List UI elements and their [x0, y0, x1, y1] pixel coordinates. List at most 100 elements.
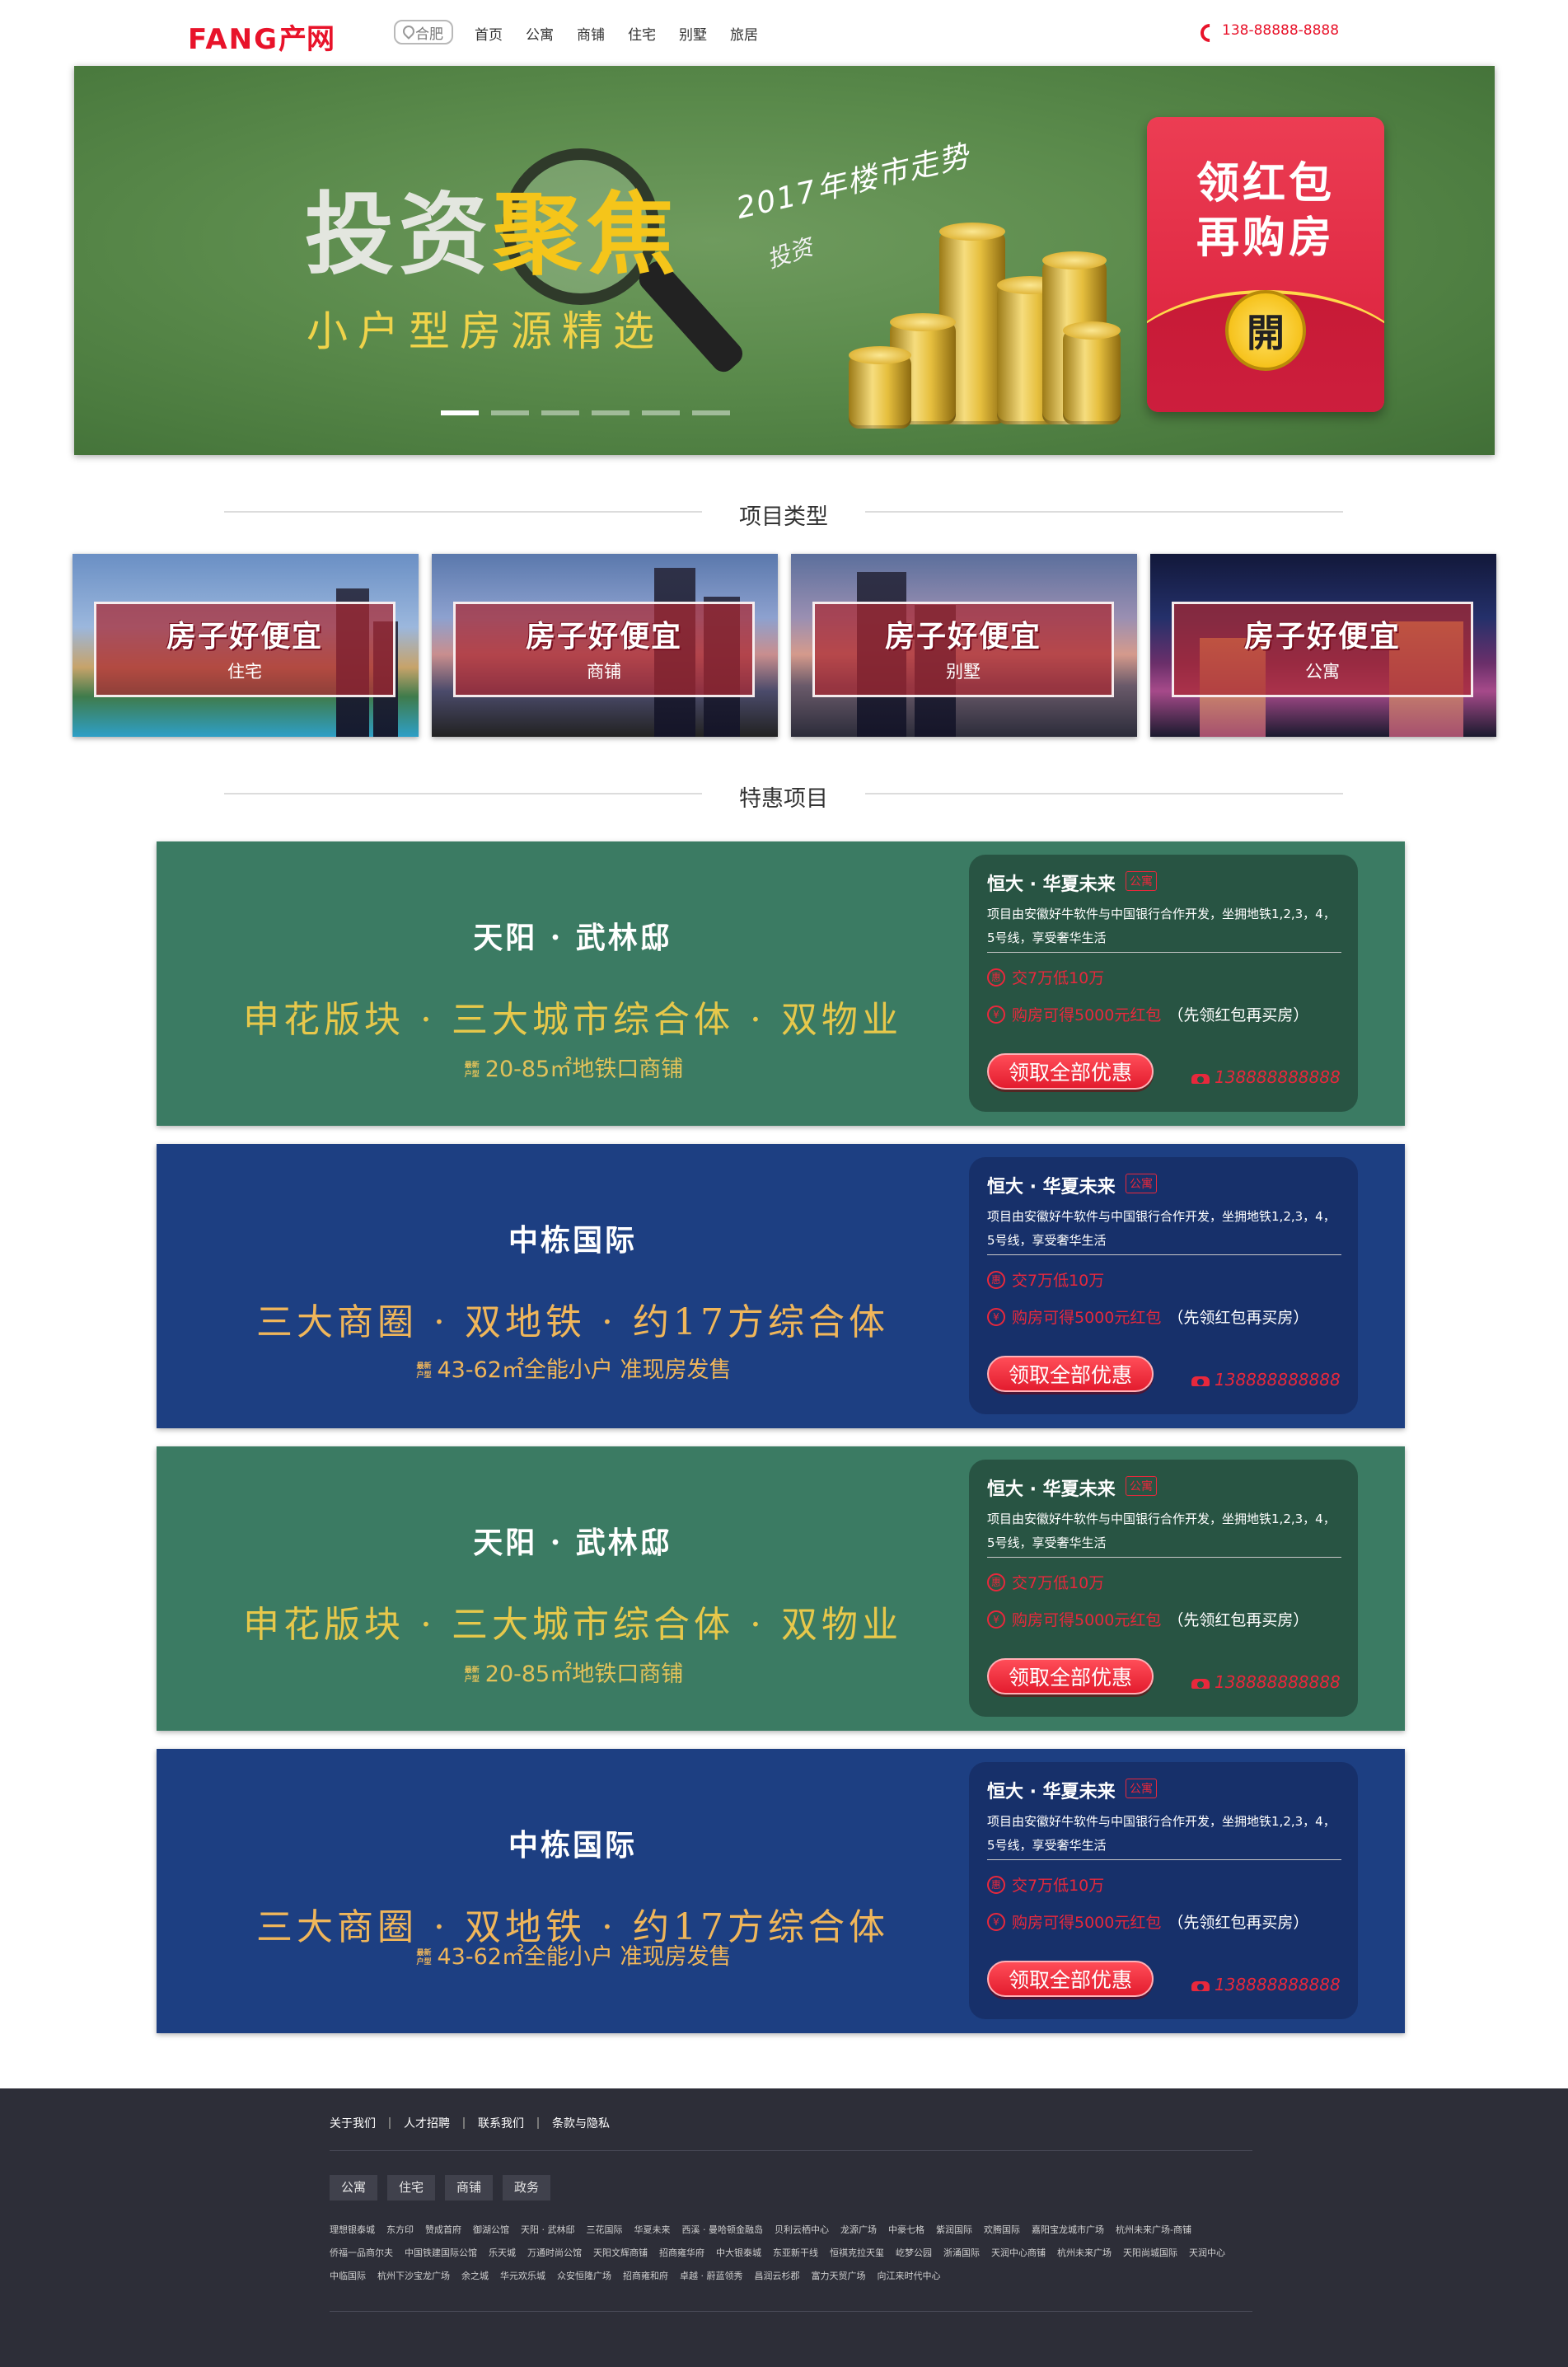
red-packet-cta[interactable]: 领红包 再购房 開 — [1147, 117, 1384, 412]
footer-project-link[interactable]: 富力天贸广场 — [812, 2271, 866, 2281]
carousel-dots — [441, 410, 730, 415]
footer-project-link[interactable]: 东亚新干线 — [773, 2247, 818, 2258]
type-tile-residence[interactable]: 房子好便宜 住宅 — [73, 554, 419, 737]
footer-project-link[interactable]: 紫润国际 — [936, 2224, 972, 2235]
tile-label: 住宅 — [227, 662, 262, 682]
carousel-dot-5[interactable] — [642, 410, 680, 415]
red-packet-text: 领红包 再购房 — [1147, 157, 1384, 265]
footer-project-link[interactable]: 杭州下沙宝龙广场 — [377, 2271, 450, 2281]
footer-project-link[interactable]: 天润中心商铺 — [991, 2247, 1046, 2258]
claim-offers-button[interactable]: 领取全部优惠 — [987, 1658, 1154, 1694]
footer-project-link[interactable]: 侨福一品商尔夫 — [330, 2247, 393, 2258]
carousel-dot-3[interactable] — [541, 410, 579, 415]
carousel-dot-2[interactable] — [491, 410, 529, 415]
offer-detail-panel: 恒大 · 华夏未来 公寓 项目由安徽好牛软件与中国银行合作开发，坐拥地铁1,2,… — [969, 1762, 1358, 2019]
footer-project-link[interactable]: 御湖公馆 — [473, 2224, 509, 2235]
tile-frame: 房子好便宜 商铺 — [453, 602, 755, 697]
offer-card[interactable]: 中栋国际 三大商圈 · 双地铁 · 约17方综合体 最新 户型 43-62㎡全能小… — [157, 1749, 1405, 2033]
panel-phone[interactable]: 138888888888 — [1191, 1370, 1341, 1390]
offer-slogan: 申花版块 · 三大城市综合体 · 双物业 — [243, 1604, 902, 1646]
footer-project-link[interactable]: 万通时尚公馆 — [527, 2247, 582, 2258]
footer-project-link[interactable]: 杭州未来广场-商铺 — [1116, 2224, 1191, 2235]
footer-project-link[interactable]: 招商雍和府 — [623, 2271, 668, 2281]
footer-project-link[interactable]: 屹梦公园 — [896, 2247, 932, 2258]
discount-icon: 惠 — [987, 1573, 1005, 1591]
panel-phone[interactable]: 138888888888 — [1191, 1975, 1341, 1994]
menu-item-travel-home[interactable]: 旅居 — [730, 23, 781, 44]
footer-project-link[interactable]: 中国铁建国际公馆 — [405, 2247, 477, 2258]
carousel-dot-1[interactable] — [441, 410, 479, 415]
red-packet-line1: 领红包 — [1196, 159, 1335, 209]
offer-card[interactable]: 中栋国际 三大商圈 · 双地铁 · 约17方综合体 最新 户型 43-62㎡全能小… — [157, 1144, 1405, 1428]
footer-project-link[interactable]: 龙源广场 — [840, 2224, 877, 2235]
footer-project-link[interactable]: 中大银泰城 — [716, 2247, 761, 2258]
header-phone[interactable]: 138-88888-8888 — [1199, 21, 1339, 40]
panel-phone[interactable]: 138888888888 — [1191, 1067, 1341, 1087]
footer-link-about[interactable]: 关于我们 — [330, 2115, 376, 2131]
menu-item-villa[interactable]: 别墅 — [679, 23, 730, 44]
type-tile-villa[interactable]: 房子好便宜 别墅 — [791, 554, 1137, 737]
carousel-dot-6[interactable] — [692, 410, 730, 415]
footer-project-link[interactable]: 天阳文辉商铺 — [593, 2247, 648, 2258]
footer-project-link[interactable]: 理想银泰城 — [330, 2224, 375, 2235]
panel-title: 恒大 · 华夏未来 — [987, 1479, 1116, 1500]
menu-item-shops[interactable]: 商铺 — [577, 23, 628, 44]
red-packet-open-coin[interactable]: 開 — [1225, 290, 1306, 371]
footer-tab-government[interactable]: 政务 — [503, 2175, 551, 2201]
footer-project-link[interactable]: 浙涌国际 — [943, 2247, 980, 2258]
footer-project-link[interactable]: 嘉阳宝龙城市广场 — [1032, 2224, 1104, 2235]
footer-project-link[interactable]: 华元欢乐城 — [500, 2271, 545, 2281]
footer-project-link[interactable]: 向江来时代中心 — [878, 2271, 941, 2281]
offer-card[interactable]: 天阳 · 武林邸 申花版块 · 三大城市综合体 · 双物业 最新 户型 20-85… — [157, 1446, 1405, 1731]
site-logo[interactable]: FANG产网 — [188, 16, 335, 57]
hero-banner[interactable]: 投资聚焦 小户型房源精选 2017年楼市走势 投资 领红包 再购房 開 — [74, 66, 1495, 455]
deal-red-packet: ¥ 购房可得5000元红包 （先领红包再买房） — [987, 1305, 1308, 1328]
menu-item-apartment[interactable]: 公寓 — [526, 23, 577, 44]
footer-project-link[interactable]: 天润中心 — [1189, 2247, 1225, 2258]
deal-discount: 惠交7万低10万 — [987, 1873, 1104, 1896]
footer-link-contact[interactable]: 联系我们 — [478, 2115, 524, 2131]
footer-link-terms[interactable]: 条款与隐私 — [552, 2115, 610, 2131]
yuan-icon: ¥ — [987, 1307, 1005, 1326]
footer-project-link[interactable]: 三花国际 — [587, 2224, 623, 2235]
footer-tab-residence[interactable]: 住宅 — [387, 2175, 436, 2201]
footer-project-link[interactable]: 天阳尚城国际 — [1123, 2247, 1177, 2258]
footer-project-link[interactable]: 卓越 · 蔚蓝领秀 — [680, 2271, 743, 2281]
footer-project-link[interactable]: 天阳 · 武林邸 — [521, 2224, 575, 2235]
footer-project-link[interactable]: 杭州未来广场 — [1057, 2247, 1112, 2258]
claim-offers-button[interactable]: 领取全部优惠 — [987, 1053, 1154, 1090]
carousel-dot-4[interactable] — [592, 410, 630, 415]
footer-project-link[interactable]: 乐天城 — [489, 2247, 516, 2258]
panel-title: 恒大 · 华夏未来 — [987, 1782, 1116, 1802]
discount-icon: 惠 — [987, 1270, 1005, 1289]
new-layout-mark-icon: 最新 户型 — [464, 1666, 480, 1684]
menu-item-residence[interactable]: 住宅 — [628, 23, 679, 44]
type-tile-apartment[interactable]: 房子好便宜 公寓 — [1150, 554, 1496, 737]
footer-project-link[interactable]: 众安恒隆广场 — [557, 2271, 611, 2281]
footer-project-link[interactable]: 昌润云杉郡 — [755, 2271, 800, 2281]
footer-tab-apartment[interactable]: 公寓 — [330, 2175, 378, 2201]
panel-phone[interactable]: 138888888888 — [1191, 1672, 1341, 1692]
type-tile-shops[interactable]: 房子好便宜 商铺 — [432, 554, 778, 737]
new-layout-mark-icon: 最新 户型 — [464, 1061, 480, 1079]
city-selector[interactable]: 合肥 — [394, 20, 453, 45]
footer-project-link[interactable]: 恒祺克拉天玺 — [830, 2247, 884, 2258]
footer-project-link[interactable]: 赞成首府 — [425, 2224, 461, 2235]
footer-project-link[interactable]: 欢腾国际 — [984, 2224, 1020, 2235]
footer-project-link[interactable]: 中临国际 — [330, 2271, 366, 2281]
offer-spec-text: 20-85㎡地铁口商铺 — [484, 1662, 684, 1687]
footer-project-link[interactable]: 余之城 — [461, 2271, 489, 2281]
menu-item-home[interactable]: 首页 — [475, 23, 526, 44]
banner-script-word: 投资 — [763, 233, 817, 274]
footer-project-link[interactable]: 中豪七格 — [888, 2224, 924, 2235]
claim-offers-button[interactable]: 领取全部优惠 — [987, 1961, 1154, 1997]
offer-card[interactable]: 天阳 · 武林邸 申花版块 · 三大城市综合体 · 双物业 最新 户型 20-85… — [157, 841, 1405, 1126]
footer-link-careers[interactable]: 人才招聘 — [404, 2115, 450, 2131]
footer-tab-shops[interactable]: 商铺 — [445, 2175, 494, 2201]
footer-project-link[interactable]: 贝利云栖中心 — [775, 2224, 829, 2235]
footer-project-link[interactable]: 东方印 — [386, 2224, 414, 2235]
footer-project-link[interactable]: 华夏未来 — [634, 2224, 671, 2235]
claim-offers-button[interactable]: 领取全部优惠 — [987, 1356, 1154, 1392]
footer-project-link[interactable]: 招商雍华府 — [659, 2247, 704, 2258]
footer-project-link[interactable]: 西溪 · 曼哈顿金融岛 — [682, 2224, 764, 2235]
